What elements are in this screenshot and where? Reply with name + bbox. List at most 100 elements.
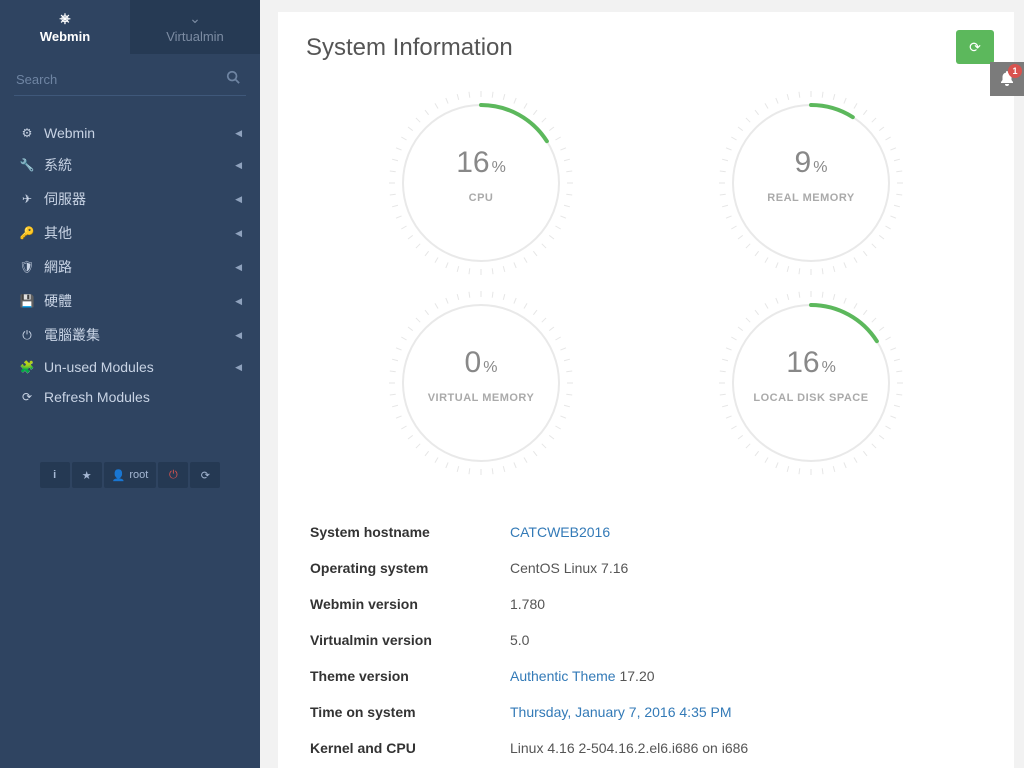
caret-left-icon: ◀ [235,296,242,307]
sidebar-item-1[interactable]: 🔧 系統◀ [0,148,260,182]
info-row: Theme versionAuthentic Theme 17.20 [306,658,986,694]
nav-icon: 🧩 [18,360,36,374]
caret-left-icon: ◀ [235,262,242,273]
info-row: System hostnameCATCWEB2016 [306,514,986,550]
tab-label: Webmin [40,29,90,44]
gauge-value: 16% [651,346,971,380]
gauge-value: 9% [651,146,971,180]
info-label: Webmin version [310,596,510,612]
sidebar-toolbar: i ★ 👤 root ⏻ ⟳ [0,462,260,488]
logout-button[interactable]: ⏻ [158,462,188,488]
info-value-text: 1.780 [510,596,545,612]
gauge-real-memory: 9% REAL MEMORY [651,88,971,288]
nav-label: 其他 [44,223,235,243]
sidebar-item-3[interactable]: 🔑 其他◀ [0,216,260,250]
sidebar: ⎈ Webmin ⌄ Virtualmin ⚙Webmin◀🔧系統◀✈伺服器◀🔑… [0,0,260,768]
user-button[interactable]: 👤 root [104,462,157,488]
nav-label: Refresh Modules [44,389,242,405]
info-label: Theme version [310,668,510,684]
search-icon[interactable] [226,70,240,87]
favorite-button[interactable]: ★ [72,462,102,488]
user-label: root [129,469,148,481]
webmin-logo-icon: ⎈ [59,10,70,27]
nav-icon: 🛡 [18,260,36,274]
nav-icon: ⟳ [18,390,36,404]
sidebar-item-2[interactable]: ✈ 伺服器◀ [0,182,260,216]
nav-icon: ✈ [18,192,36,206]
tab-virtualmin[interactable]: ⌄ Virtualmin [130,0,260,54]
sidebar-item-0[interactable]: ⚙ Webmin◀ [0,118,260,148]
gauge-value: 16% [321,146,641,180]
info-label: System hostname [310,524,510,540]
gauge-value: 0% [321,346,641,380]
caret-left-icon: ◀ [235,194,242,205]
info-label: Operating system [310,560,510,576]
info-button[interactable]: i [40,462,70,488]
nav-label: 網路 [44,257,235,277]
gauge-label: REAL MEMORY [651,192,971,204]
panel: System Information ⟳ 16%CPU 9% REAL MEMORY… [278,12,1014,768]
nav-icon: ⏻ [18,328,36,343]
sidebar-item-6[interactable]: ⏻電腦叢集◀ [0,318,260,352]
tab-webmin[interactable]: ⎈ Webmin [0,0,130,54]
chevron-down-icon: ⌄ [189,10,201,27]
info-row: Operating systemCentOS Linux 7.16 [306,550,986,586]
gauge-label: VIRTUAL MEMORY [321,392,641,404]
gauge-virtual-memory: 0% VIRTUAL MEMORY [321,288,641,488]
caret-left-icon: ◀ [235,228,242,239]
info-value: 5.0 [510,632,982,648]
search-wrap [0,54,260,108]
notifications-toggle[interactable]: 1 [990,62,1024,96]
caret-left-icon: ◀ [235,160,242,171]
nav-label: 伺服器 [44,189,235,209]
info-table: System hostnameCATCWEB2016Operating syst… [306,514,986,768]
info-value: Thursday, January 7, 2016 4:35 PM [510,704,982,720]
info-row: Time on systemThursday, January 7, 2016 … [306,694,986,730]
nav-label: Webmin [44,125,235,141]
info-value-text: Linux 4.16 2-504.16.2.el6.i686 on i686 [510,740,748,756]
info-value: CATCWEB2016 [510,524,982,540]
info-label: Virtualmin version [310,632,510,648]
theme-version: 17.20 [616,668,655,684]
nav-label: 硬體 [44,291,235,311]
gauge-label: LOCAL DISK SPACE [651,392,971,404]
info-row: Kernel and CPULinux 4.16 2-504.16.2.el6.… [306,730,986,766]
info-value: CentOS Linux 7.16 [510,560,982,576]
caret-left-icon: ◀ [235,362,242,373]
gauge-local-disk-space: 16% LOCAL DISK SPACE [651,288,971,488]
sidebar-item-5[interactable]: 💾硬體◀ [0,284,260,318]
info-link[interactable]: Thursday, January 7, 2016 4:35 PM [510,704,732,720]
info-value: Authentic Theme 17.20 [510,668,982,684]
page-title: System Information [306,34,986,62]
nav-label: Un-used Modules [44,359,235,375]
gauge-cpu: 16%CPU [321,88,641,288]
panel-tabs: ⎈ Webmin ⌄ Virtualmin [0,0,260,54]
search-input[interactable] [14,66,246,96]
main-area: System Information ⟳ 16%CPU 9% REAL MEMORY… [260,0,1024,768]
gauges-grid: 16%CPU 9% REAL MEMORY 0% VIRTUAL MEMORY 16% LO… [306,80,986,508]
sidebar-item-4[interactable]: 🛡 網路◀ [0,250,260,284]
tab-label: Virtualmin [166,29,224,44]
sidebar-item-8[interactable]: ⟳ Refresh Modules [0,382,260,412]
theme-link[interactable]: Authentic Theme [510,668,616,684]
info-row: Virtualmin version5.0 [306,622,986,658]
info-value-text: CentOS Linux 7.16 [510,560,628,576]
nav-icon: 🔧 [18,158,36,172]
info-value: Linux 4.16 2-504.16.2.el6.i686 on i686 [510,740,982,756]
info-value: 1.780 [510,596,982,612]
info-value-text: 5.0 [510,632,529,648]
info-link[interactable]: CATCWEB2016 [510,524,610,540]
caret-left-icon: ◀ [235,128,242,139]
sidebar-item-7[interactable]: 🧩 Un-used Modules◀ [0,352,260,382]
nav-label: 系統 [44,155,235,175]
caret-left-icon: ◀ [235,330,242,341]
info-label: Kernel and CPU [310,740,510,756]
info-label: Time on system [310,704,510,720]
refresh-button[interactable]: ⟳ [956,30,994,64]
notification-badge: 1 [1008,64,1022,78]
nav-icon: 🔑 [18,226,36,240]
refresh-icon: ⟳ [969,39,981,55]
nav-icon: ⚙ [18,126,36,140]
sidebar-nav: ⚙Webmin◀🔧系統◀✈伺服器◀🔑其他◀🛡網路◀💾硬體◀⏻電腦叢集◀🧩Un-u… [0,118,260,412]
refresh-sidebar-button[interactable]: ⟳ [190,462,220,488]
